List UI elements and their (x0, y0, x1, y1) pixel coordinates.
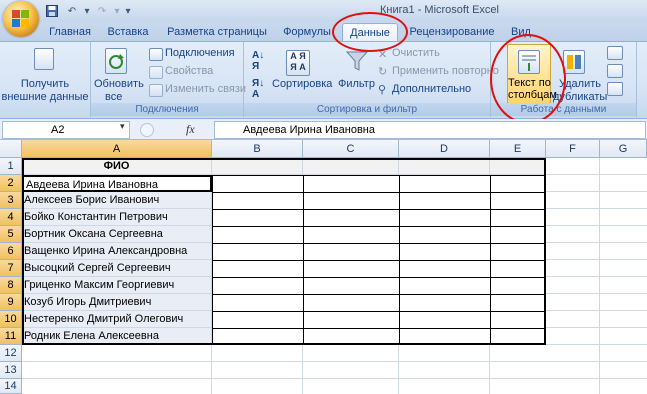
office-button[interactable] (3, 1, 39, 37)
sort-za-icon[interactable]: Я↓ А (252, 78, 264, 100)
edit-links-button[interactable]: Изменить связи (165, 83, 246, 95)
column-header-c[interactable]: C (303, 140, 399, 158)
table-cell-name[interactable]: Бортник Оксана Сергеевна (22, 226, 212, 243)
header-cell[interactable] (303, 158, 399, 175)
row-header[interactable]: 1 (0, 158, 22, 175)
row-header[interactable]: 13 (0, 362, 22, 379)
table-cell-name[interactable]: Нестеренко Дмитрий Олегович (22, 311, 212, 328)
sort-button[interactable]: Сортировка (272, 78, 332, 90)
formula-bar-resize-icon[interactable] (140, 123, 154, 137)
filter-button[interactable]: Фильтр (338, 78, 375, 90)
table-cell-name[interactable]: Ващенко Ирина Александровна (22, 243, 212, 260)
group-connections: Обновить все Подключения Свойства Измени… (91, 42, 246, 117)
row-header[interactable]: 11 (0, 328, 22, 345)
sort-dialog-icon: А ЯЯ А (286, 50, 310, 76)
data-validation-icon[interactable] (607, 46, 623, 60)
table-cell-name[interactable]: Авдеева Ирина Ивановна (22, 175, 212, 192)
connections-button[interactable]: Подключения (165, 47, 235, 59)
redo-dropdown-icon[interactable]: ▾ (114, 4, 120, 18)
save-icon[interactable] (44, 4, 60, 18)
clear-button[interactable]: Очистить (392, 47, 440, 59)
table-cell-name[interactable]: Алексеев Борис Иванович (22, 192, 212, 209)
properties-button[interactable]: Свойства (165, 65, 213, 77)
formula-input[interactable]: Авдеева Ирина Ивановна (214, 121, 646, 139)
group-external-data: Получить внешние данные (0, 42, 91, 117)
refresh-all-label2[interactable]: все (105, 91, 122, 103)
office-logo-icon (12, 10, 30, 28)
get-external-data-label2[interactable]: внешние данные (0, 91, 90, 103)
row-header[interactable]: 2 (0, 175, 22, 192)
header-cell-fio[interactable]: ФИО (22, 158, 212, 175)
table-cell-name[interactable]: Бойко Константин Петрович (22, 209, 212, 226)
name-box[interactable]: A2 (2, 121, 130, 139)
tab-page-layout[interactable]: Разметка страницы (164, 23, 270, 41)
row-header[interactable]: 9 (0, 294, 22, 311)
column-header-g[interactable]: G (600, 140, 647, 158)
highlight-ring-data-tab (332, 12, 408, 52)
column-header-f[interactable]: F (546, 140, 600, 158)
get-external-data-label1[interactable]: Получить (0, 78, 90, 90)
row-header[interactable]: 12 (0, 345, 22, 362)
window-title: Книга1 - Microsoft Excel (380, 4, 499, 16)
row-header[interactable]: 3 (0, 192, 22, 209)
insert-function-icon[interactable]: fx (186, 120, 216, 138)
advanced-filter-icon: ⚲ (378, 84, 387, 96)
row-header[interactable]: 7 (0, 260, 22, 277)
highlight-ring-text-to-columns (490, 34, 566, 124)
row-header[interactable]: 6 (0, 243, 22, 260)
tab-formulas[interactable]: Формулы (280, 23, 334, 41)
select-all-corner[interactable] (0, 140, 22, 158)
quick-access-toolbar: ↶ ▾ ↷ ▾ ▾ (42, 3, 132, 19)
group-sort-filter-label: Сортировка и фильтр (244, 103, 490, 116)
redo-icon[interactable]: ↷ (94, 4, 110, 18)
tab-insert[interactable]: Вставка (104, 23, 152, 41)
refresh-all-icon (105, 48, 127, 74)
table-cell-name[interactable]: Высоцкий Сергей Сергеевич (22, 260, 212, 277)
header-cell[interactable] (399, 158, 490, 175)
consolidate-icon[interactable] (607, 64, 623, 78)
group-connections-label: Подключения (91, 103, 243, 116)
name-box-dropdown-icon[interactable]: ▾ (120, 121, 125, 132)
row-header[interactable]: 10 (0, 311, 22, 328)
filter-funnel-icon (345, 50, 369, 75)
refresh-all-label1[interactable]: Обновить (94, 78, 144, 90)
remove-duplicates-icon (563, 50, 585, 74)
column-header-a[interactable]: A (22, 140, 212, 158)
table-body-empty-cells[interactable] (212, 175, 546, 345)
empty-cells-rows[interactable] (22, 345, 546, 394)
header-cell[interactable] (490, 158, 546, 175)
table-cell-name[interactable]: Гриценко Максим Георгиевич (22, 277, 212, 294)
edit-links-icon (149, 84, 163, 97)
reapply-button[interactable]: Применить повторно (392, 65, 499, 77)
column-header-d[interactable]: D (399, 140, 490, 158)
what-if-icon[interactable] (607, 82, 623, 96)
reapply-icon: ↻ (378, 66, 388, 78)
empty-cells-fg[interactable] (546, 158, 647, 394)
undo-dropdown-icon[interactable]: ▾ (84, 4, 90, 18)
row-header[interactable]: 8 (0, 277, 22, 294)
group-sort-filter: А↓ Я Я↓ А А ЯЯ А Сортировка Фильтр ✕ Очист… (244, 42, 499, 117)
connections-icon (149, 48, 163, 61)
undo-icon[interactable]: ↶ (64, 4, 80, 18)
column-header-b[interactable]: B (212, 140, 303, 158)
row-header[interactable]: 4 (0, 209, 22, 226)
customize-qat-icon[interactable]: ▾ (124, 4, 132, 18)
header-cell[interactable] (212, 158, 303, 175)
properties-icon (149, 66, 163, 79)
tab-home[interactable]: Главная (44, 23, 96, 41)
advanced-button[interactable]: Дополнительно (392, 83, 471, 95)
row-header[interactable]: 14 (0, 379, 22, 394)
tab-review[interactable]: Рецензирование (404, 23, 500, 41)
sort-az-icon[interactable]: А↓ Я (252, 50, 264, 72)
column-header-e[interactable]: E (490, 140, 546, 158)
table-cell-name[interactable]: Родник Елена Алексеевна (22, 328, 212, 345)
external-data-icon (34, 48, 54, 70)
table-cell-name[interactable]: Козуб Игорь Дмитриевич (22, 294, 212, 311)
row-header[interactable]: 5 (0, 226, 22, 243)
